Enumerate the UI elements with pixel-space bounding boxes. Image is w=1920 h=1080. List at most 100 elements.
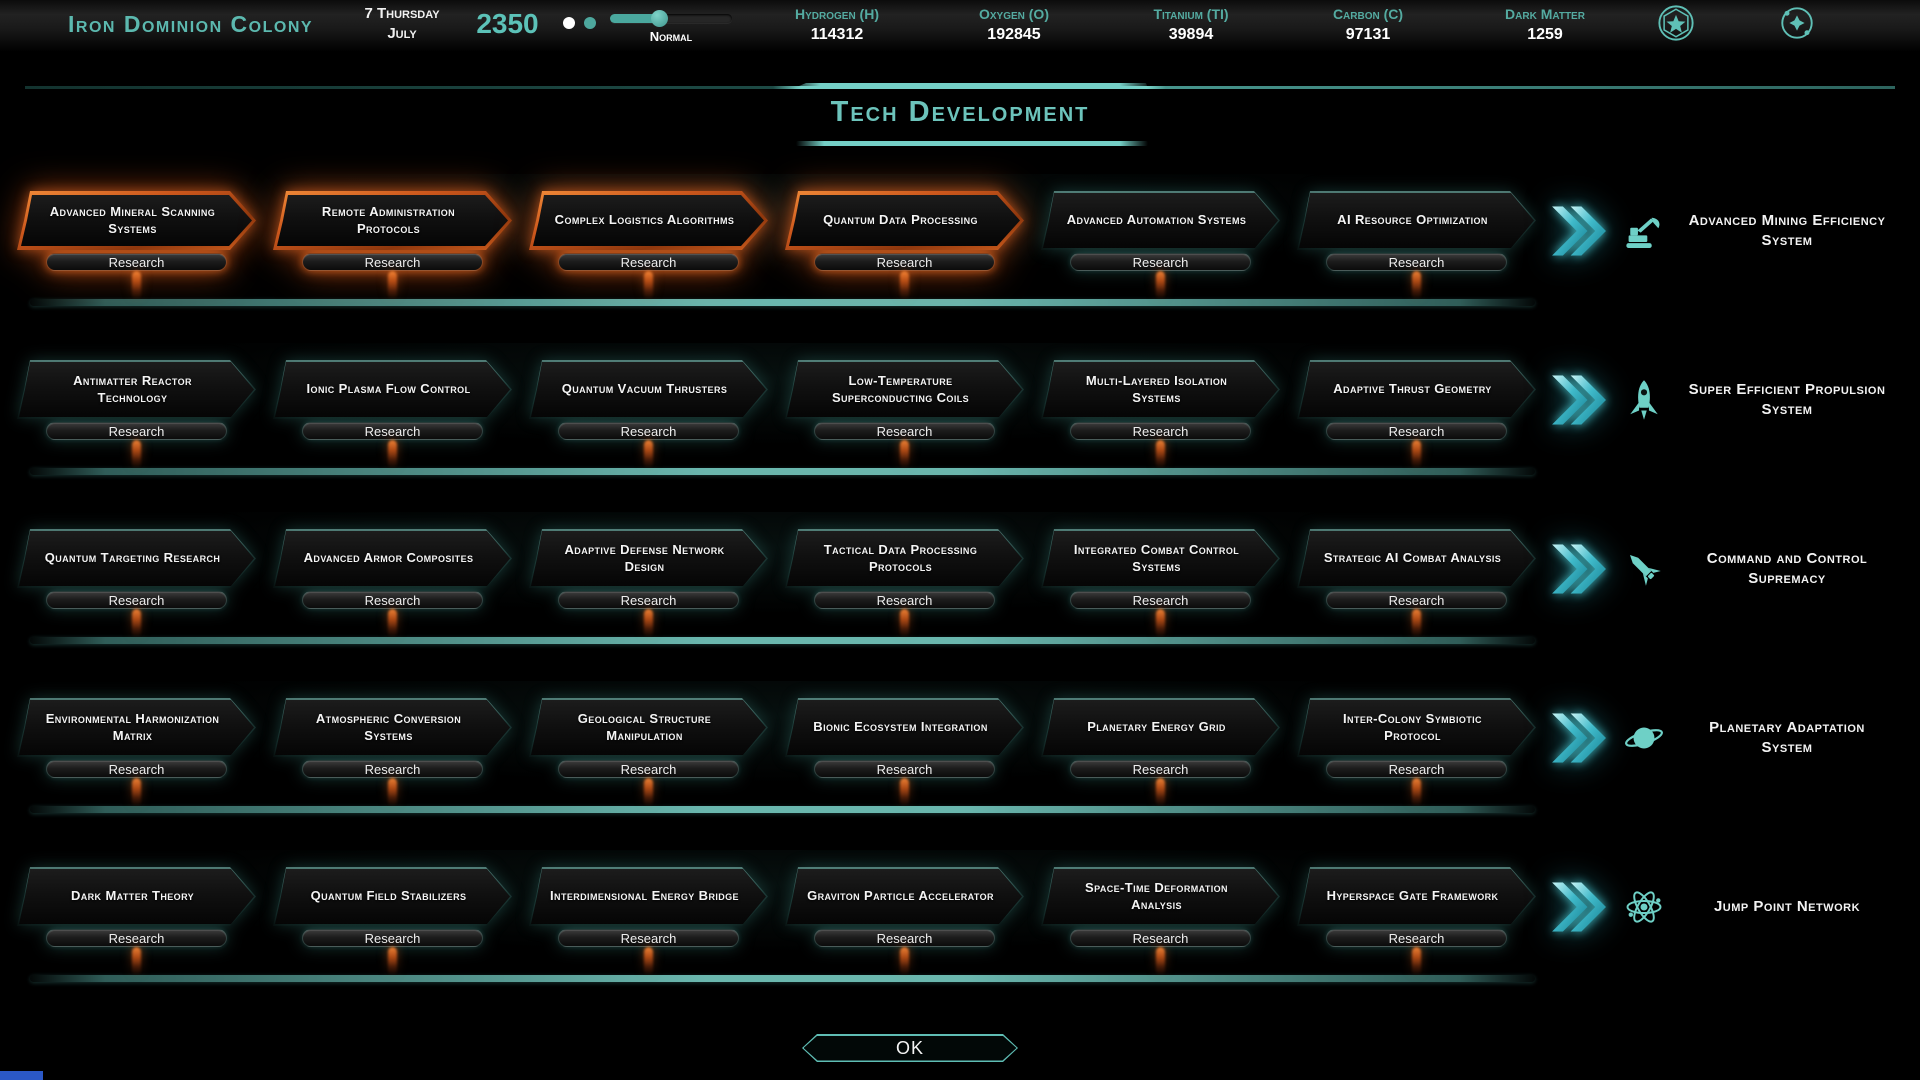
tech-card[interactable]: Geological Structure ManipulationResearc… [529,698,768,778]
connector-slot [1041,440,1280,468]
category: Planetary Adaptation System [1622,698,1892,778]
tech-card[interactable]: AI Resource OptimizationResearch [1297,191,1536,271]
research-button[interactable]: Research [46,591,228,609]
tech-name: Quantum Field Stabilizers [311,888,467,905]
research-button[interactable]: Research [558,929,740,947]
tech-card[interactable]: Low-Temperature Superconducting CoilsRes… [785,360,1024,440]
progress-connector [644,609,653,637]
tech-card-frame: Graviton Particle Accelerator [785,867,1024,926]
research-button[interactable]: Research [814,929,996,947]
tech-card[interactable]: Hyperspace Gate Framework Research [1297,867,1536,947]
star-badge-icon[interactable] [1657,4,1695,42]
tech-card[interactable]: Quantum Vacuum Thrusters Research [529,360,768,440]
tech-card[interactable]: Planetary Energy GridResearch [1041,698,1280,778]
tech-card-body: Atmospheric Conversion Systems [275,700,510,755]
research-button[interactable]: Research [558,422,740,440]
research-button[interactable]: Research [1070,929,1252,947]
tech-card[interactable]: Bionic Ecosystem IntegrationResearch [785,698,1024,778]
resource-carbon: Carbon (C) 97131 [1288,5,1448,45]
research-button[interactable]: Research [1326,422,1508,440]
tech-card[interactable]: Interdimensional Energy BridgeResearch [529,867,768,947]
research-button[interactable]: Research [814,422,996,440]
connector-slot [273,271,512,299]
tech-card[interactable]: Tactical Data Processing ProtocolsResear… [785,529,1024,609]
connector-slot [1297,271,1536,299]
tech-card[interactable]: Advanced Mineral Scanning SystemsResearc… [17,191,256,271]
research-button[interactable]: Research [558,253,740,271]
progress-connector [1156,609,1165,637]
ok-button[interactable]: OK [802,1034,1018,1062]
tech-card[interactable]: Inter-Colony Symbiotic Protocol Research [1297,698,1536,778]
tech-card[interactable]: Atmospheric Conversion Systems Research [273,698,512,778]
connector-slot [17,440,256,468]
research-button[interactable]: Research [46,929,228,947]
research-button[interactable]: Research [1070,591,1252,609]
progress-connector [1412,271,1421,299]
speed-slider-handle[interactable] [651,10,668,27]
research-button[interactable]: Research [1326,929,1508,947]
research-button[interactable]: Research [302,422,484,440]
tech-card[interactable]: Quantum Data Processing Research [785,191,1024,271]
tech-card-frame: Quantum Data Processing [785,191,1024,250]
tech-card[interactable]: Ionic Plasma Flow Control Research [273,360,512,440]
tech-card[interactable]: Dark Matter TheoryResearch [17,867,256,947]
tech-card[interactable]: Strategic AI Combat AnalysisResearch [1297,529,1536,609]
tech-card-body: Hyperspace Gate Framework [1299,869,1534,924]
research-button[interactable]: Research [1070,422,1252,440]
progress-connector [388,609,397,637]
research-button[interactable]: Research [1326,591,1508,609]
resource-label: Oxygen (O) [934,5,1094,24]
tech-card[interactable]: Space-Time Deformation AnalysisResearch [1041,867,1280,947]
research-button[interactable]: Research [558,760,740,778]
tech-card[interactable]: Adaptive Thrust GeometryResearch [1297,360,1536,440]
tech-card[interactable]: Remote Administration Protocols Research [273,191,512,271]
research-button[interactable]: Research [46,760,228,778]
tech-card-body: Quantum Targeting Research [19,531,254,586]
speed-slider[interactable] [610,14,732,23]
tech-card-body: Quantum Data Processing [789,195,1020,246]
research-button[interactable]: Research [814,591,996,609]
research-button[interactable]: Research [302,253,484,271]
research-button[interactable]: Research [558,591,740,609]
tech-card-body: Environmental Harmonization Matrix [19,700,254,755]
research-button[interactable]: Research [46,422,228,440]
tech-card[interactable]: Complex Logistics AlgorithmsResearch [529,191,768,271]
orbit-icon[interactable] [1778,4,1816,42]
tech-card-frame: Quantum Vacuum Thrusters [529,360,768,419]
tech-card-body: Inter-Colony Symbiotic Protocol [1299,700,1534,755]
tech-card-body: Ionic Plasma Flow Control [275,362,510,417]
tech-card[interactable]: Adaptive Defense Network DesignResearch [529,529,768,609]
research-button[interactable]: Research [302,760,484,778]
tech-name: Remote Administration Protocols [295,204,482,238]
research-button[interactable]: Research [814,253,996,271]
tech-card[interactable]: Graviton Particle Accelerator Research [785,867,1024,947]
tech-card[interactable]: Environmental Harmonization Matrix Resear… [17,698,256,778]
tech-card[interactable]: Multi-Layered Isolation SystemsResearch [1041,360,1280,440]
research-button[interactable]: Research [302,929,484,947]
pager-dot[interactable] [584,17,596,29]
progress-connector [132,778,141,806]
research-button[interactable]: Research [302,591,484,609]
category: Command and Control Supremacy [1622,529,1892,609]
tech-card[interactable]: Antimatter Reactor Technology Research [17,360,256,440]
pager-dot-active[interactable] [563,17,575,29]
research-button[interactable]: Research [1326,760,1508,778]
tech-name: Atmospheric Conversion Systems [293,711,484,745]
connector-slot [1297,947,1536,975]
tech-card[interactable]: Integrated Combat Control SystemsResearc… [1041,529,1280,609]
research-button[interactable]: Research [1070,253,1252,271]
tech-card[interactable]: Quantum Targeting Research Research [17,529,256,609]
research-button[interactable]: Research [46,253,228,271]
tech-card-body: Antimatter Reactor Technology [19,362,254,417]
chevron-double-icon [1552,195,1606,267]
research-button[interactable]: Research [1070,760,1252,778]
header-divider-highlight [792,83,1148,89]
research-button[interactable]: Research [814,760,996,778]
tech-card[interactable]: Advanced Automation SystemsResearch [1041,191,1280,271]
speed-label: Normal [610,29,732,44]
tech-card[interactable]: Quantum Field Stabilizers Research [273,867,512,947]
row-progress-line [30,468,1535,475]
tech-card[interactable]: Advanced Armor CompositesResearch [273,529,512,609]
research-button[interactable]: Research [1326,253,1508,271]
connector-slot [273,609,512,637]
